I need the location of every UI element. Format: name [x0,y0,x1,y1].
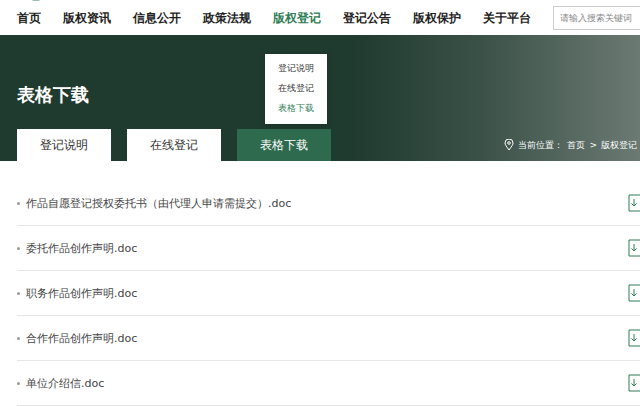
nav-item[interactable]: 关于平台 [483,10,531,27]
nav-item[interactable]: 首页 [17,10,41,27]
breadcrumb: 当前位置： 首页 > 版权登记 [504,139,640,152]
nav-item[interactable]: 登记公告 [343,10,391,27]
download-icon[interactable] [628,374,640,392]
file-name[interactable]: 单位介绍信.doc [26,376,104,391]
breadcrumb-label: 当前位置： [518,139,563,152]
file-row[interactable]: 作品自愿登记授权委托书（由代理人申请需提交）.doc [17,181,640,226]
nav-item[interactable]: 信息公开 [133,10,181,27]
breadcrumb-item[interactable]: 首页 [567,139,585,152]
dropdown-item[interactable]: 表格下载 [265,98,327,118]
breadcrumb-item[interactable]: 版权登记 [601,139,637,152]
tab[interactable]: 在线登记 [127,129,221,161]
download-icon[interactable] [628,329,640,347]
dropdown-item[interactable]: 登记说明 [265,58,327,78]
dropdown-item[interactable]: 在线登记 [265,78,327,98]
tab[interactable]: 登记说明 [17,129,111,161]
file-list: 作品自愿登记授权委托书（由代理人申请需提交）.doc 委托作品创作声明.doc 职务… [0,161,640,406]
logo[interactable] [0,0,640,1]
banner-title: 表格下载 [17,83,640,107]
bullet [17,337,20,340]
dropdown-menu: 登记说明在线登记表格下载 [265,54,327,124]
nav-item[interactable]: 版权保护 [413,10,461,27]
nav-item[interactable]: 版权资讯 [63,10,111,27]
page: 首页版权资讯信息公开政策法规版权登记登记公告版权保护关于平台请输入搜索关键词表格… [0,0,640,406]
download-icon[interactable] [628,284,640,302]
logo-icon [17,0,55,1]
file-row[interactable]: 合作作品创作声明.doc [17,316,640,361]
tab[interactable]: 表格下载 [237,129,331,161]
file-name[interactable]: 合作作品创作声明.doc [26,331,137,346]
nav-item[interactable]: 政策法规 [203,10,251,27]
file-row[interactable]: 单位介绍信.doc [17,361,640,406]
nav-item[interactable]: 版权登记 [273,10,321,27]
download-icon[interactable] [628,194,640,212]
logo-script-icon [65,0,265,1]
nav-bar: 首页 版权资讯 信息公开 政策法规 版权登记 登记公告 版权保护 关于平台 请输入搜索关键词 [0,1,640,35]
location-icon [504,139,514,151]
bullet [17,382,20,385]
bullet [17,202,20,205]
bullet [17,292,20,295]
search-input[interactable]: 请输入搜索关键词 [553,6,640,30]
file-name[interactable]: 职务作品创作声明.doc [26,286,137,301]
file-row[interactable]: 委托作品创作声明.doc [17,226,640,271]
breadcrumb-separator: > [589,140,597,150]
tab-row: 登记说明在线登记表格下载 当前位置： 首页 > 版权登记 [17,129,640,161]
file-row[interactable]: 职务作品创作声明.doc [17,271,640,316]
download-icon[interactable] [628,239,640,257]
file-name[interactable]: 作品自愿登记授权委托书（由代理人申请需提交）.doc [26,196,291,211]
file-name[interactable]: 委托作品创作声明.doc [26,241,137,256]
bullet [17,247,20,250]
